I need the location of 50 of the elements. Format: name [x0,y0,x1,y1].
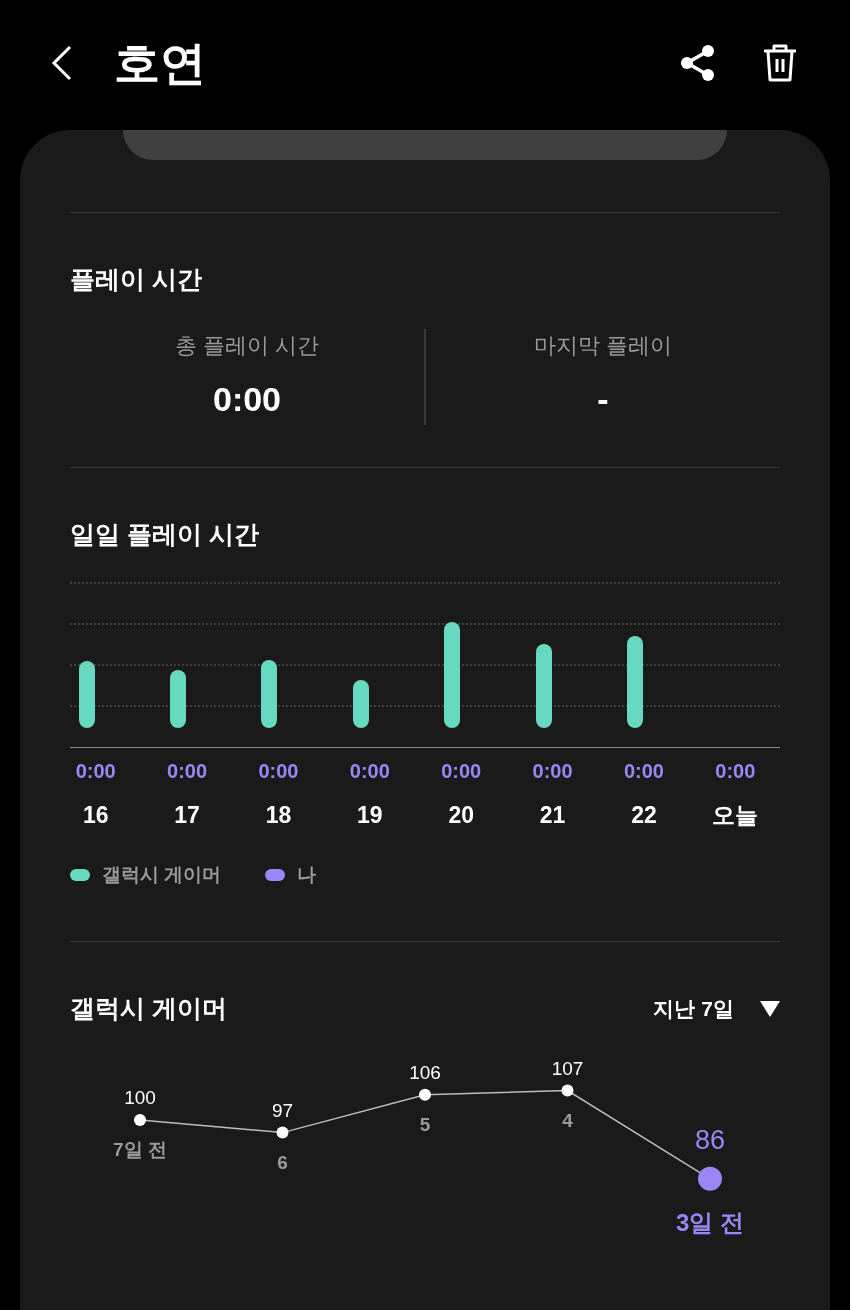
data-point [561,1084,574,1097]
category-label: 5 [419,1113,431,1135]
section-title: 일일 플레이 시간 [70,518,260,550]
day-label: 16 [82,801,109,830]
stat-value: 0:00 [212,378,282,420]
category-label: 3일 전 [676,1208,744,1236]
day-label: 17 [174,801,200,830]
section-title: 갤럭시 게이머 [70,993,227,1024]
page-title: 호연 [114,35,206,91]
stat-label: 총 플레이 시간 [174,331,320,360]
day-label: 오늘 [712,801,759,830]
stat-label: 마지막 플레이 [533,331,673,360]
my-time-label: 0:00 [75,759,116,784]
my-time-label: 0:00 [441,759,482,784]
value-label: 100 [124,1086,156,1108]
data-point [698,1166,722,1191]
my-time-label: 0:00 [532,759,573,784]
share-icon [680,44,716,82]
my-time-label: 0:00 [258,759,299,784]
trash-icon [762,43,798,83]
period-dropdown[interactable]: 지난 7일 [653,993,780,1025]
bar [78,661,95,728]
category-label: 4 [562,1109,573,1131]
section-title: 플레이 시간 [70,264,203,295]
category-label: 6 [277,1151,288,1173]
my-time-label: 0:00 [349,759,390,784]
day-label: 19 [357,801,383,830]
value-label: 107 [551,1057,584,1079]
bar [261,660,278,728]
legend-label: 갤럭시 게이머 [102,862,222,887]
data-point [134,1113,146,1126]
my-time-label: 0:00 [167,759,208,784]
value-label: 106 [409,1061,441,1083]
my-time-label: 0:00 [715,759,756,784]
legend-label: 나 [297,862,317,887]
value-label: 97 [271,1099,294,1121]
stat-value: - [597,378,609,420]
bar [352,680,369,728]
category-label: 7일 전 [113,1138,167,1160]
back-icon [50,43,74,83]
caret-icon [760,1000,780,1017]
data-point [276,1126,289,1139]
data-point [419,1088,431,1101]
my-time-label: 0:00 [623,759,664,784]
day-label: 20 [448,801,474,830]
day-label: 21 [539,801,566,830]
value-label: 86 [695,1124,725,1155]
bar [170,670,187,728]
day-label: 18 [265,801,292,830]
day-label: 22 [631,801,657,830]
